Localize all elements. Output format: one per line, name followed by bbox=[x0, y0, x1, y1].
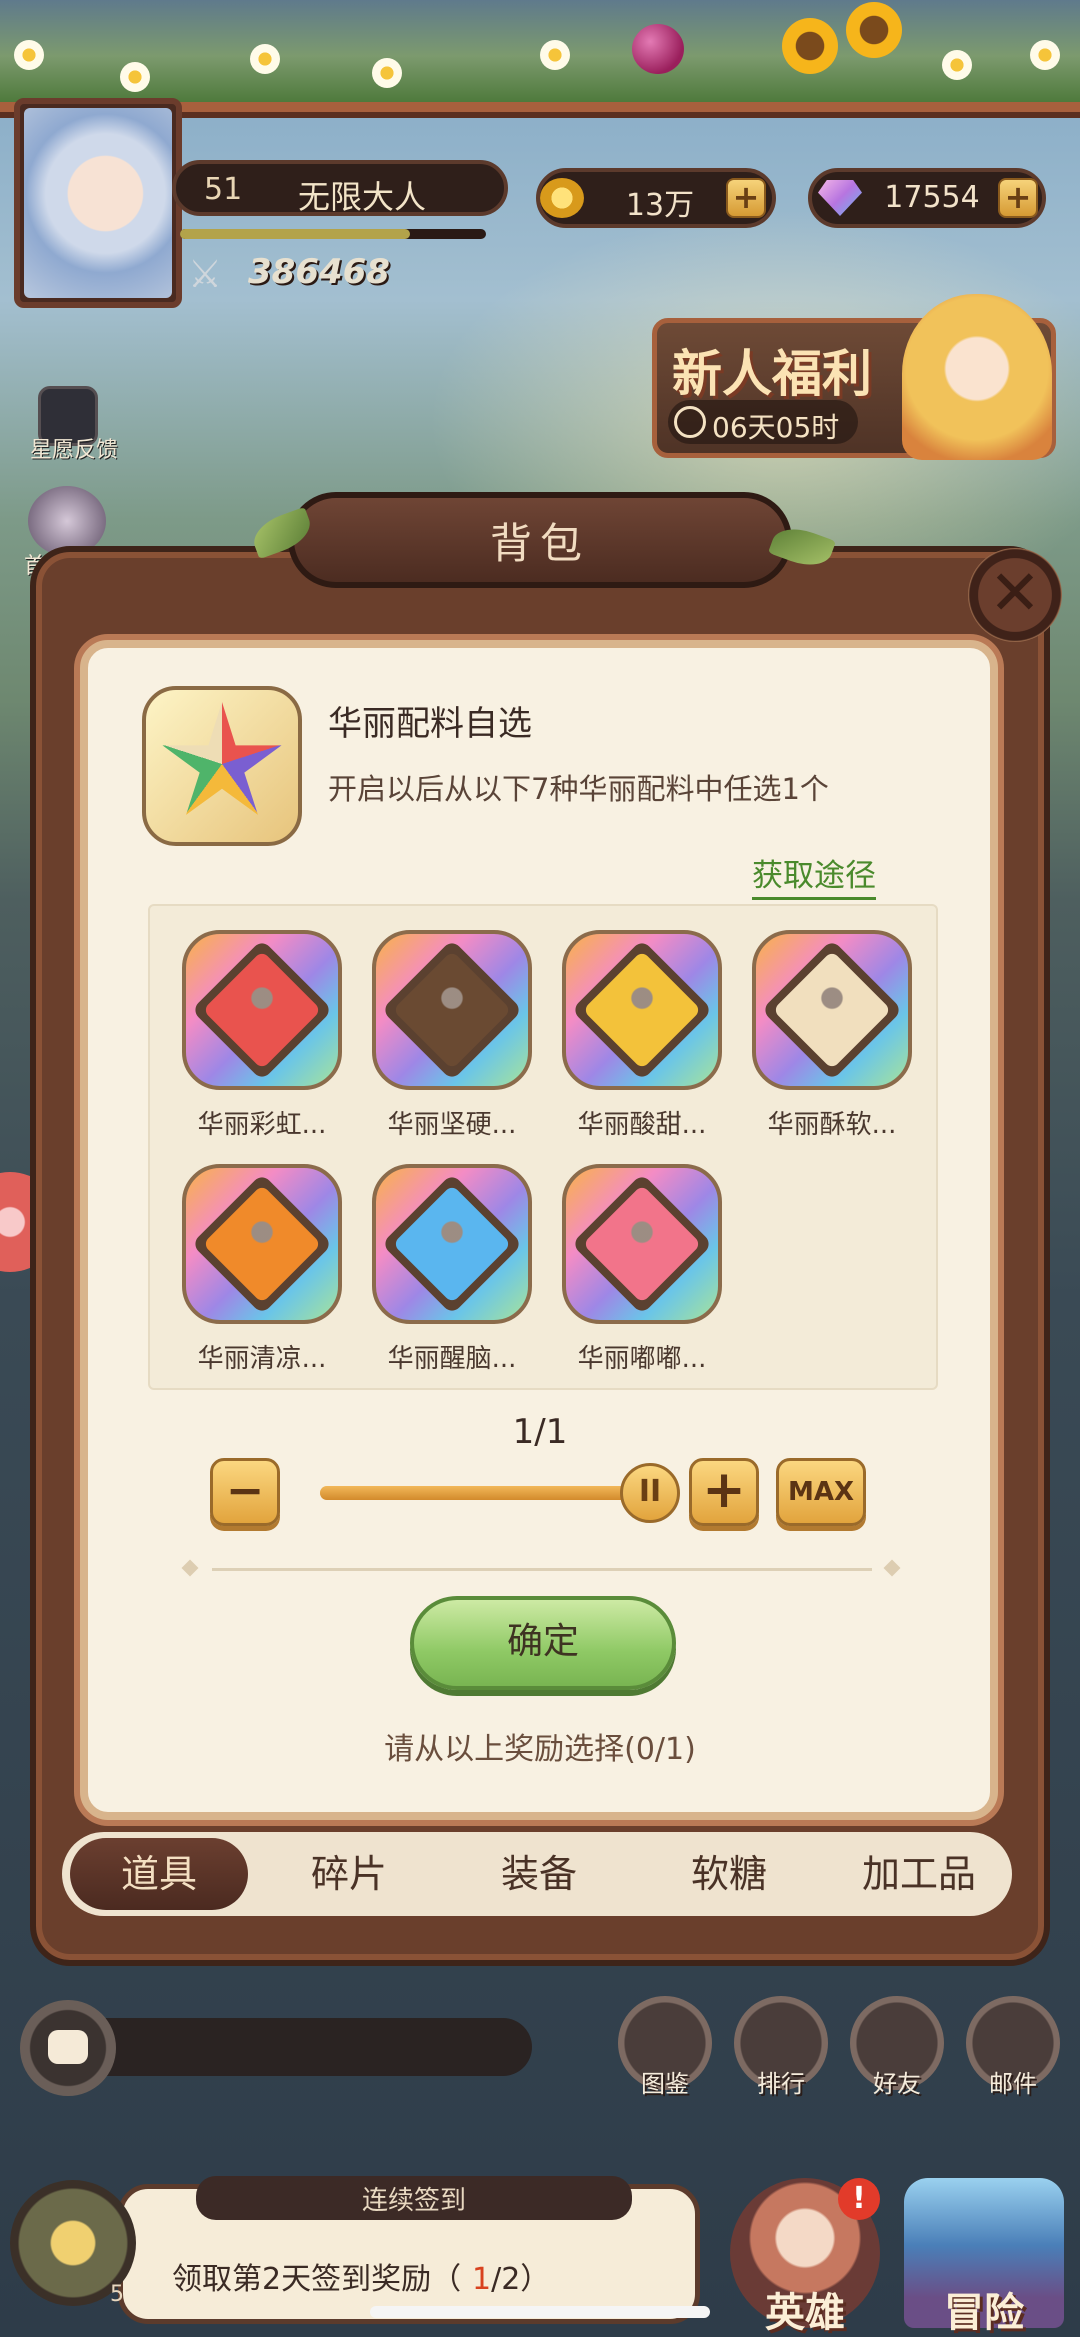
home-indicator bbox=[370, 2306, 710, 2318]
codex-label: 图鉴 bbox=[641, 2070, 689, 2098]
signin-title: 连续签到 bbox=[361, 2186, 466, 2216]
tab-items[interactable]: 道具 bbox=[70, 1838, 248, 1910]
clock-icon bbox=[674, 406, 706, 438]
combat-power: 386468 bbox=[248, 252, 390, 292]
add-gold-button[interactable]: + bbox=[726, 178, 766, 218]
crossed-swords-icon: ⚔ bbox=[188, 252, 223, 296]
newbie-timer: 06天05时 bbox=[712, 411, 840, 444]
quantity-label: 1/1 bbox=[512, 1412, 568, 1452]
reward-option-label: 华丽清凉... bbox=[197, 1344, 327, 1374]
selection-hint: 请从以上奖励选择(0/1) bbox=[384, 1732, 696, 1767]
tab-fragments[interactable]: 碎片 bbox=[260, 1838, 438, 1910]
close-button[interactable]: ✕ bbox=[968, 548, 1062, 642]
reward-option-label: 华丽彩虹... bbox=[197, 1110, 327, 1140]
signin-text: 领取第2天签到奖励（ bbox=[172, 2262, 462, 2297]
quantity-slider-fill bbox=[320, 1486, 658, 1500]
tab-gummies[interactable]: 软糖 bbox=[640, 1838, 818, 1910]
tab-processed[interactable]: 加工品 bbox=[830, 1838, 1008, 1910]
max-button[interactable]: MAX bbox=[776, 1458, 866, 1526]
mail-label: 邮件 bbox=[989, 2070, 1037, 2098]
reward-option-label: 华丽坚硬... bbox=[387, 1110, 517, 1140]
chat-bubble-icon bbox=[48, 2030, 88, 2064]
feedback-label: 星愿反馈 bbox=[30, 438, 119, 463]
gold-value: 13万 bbox=[625, 188, 695, 223]
confirm-button[interactable]: 确定 bbox=[410, 1596, 676, 1690]
xp-bar-fill bbox=[180, 229, 410, 239]
reward-option-label: 华丽嘟嘟... bbox=[577, 1344, 707, 1374]
newbie-character-art bbox=[902, 294, 1052, 460]
quantity-slider-thumb[interactable]: II bbox=[620, 1463, 680, 1523]
modal-title: 背包 bbox=[489, 519, 590, 568]
top-decoration-frieze bbox=[0, 0, 1080, 112]
signin-progress-current: 1 bbox=[472, 2262, 492, 2297]
hero-label: 英雄 bbox=[765, 2290, 845, 2336]
avatar[interactable] bbox=[24, 108, 172, 298]
signin-progress-total: /2） bbox=[491, 2262, 551, 2297]
ranking-label: 排行 bbox=[757, 2070, 805, 2098]
increase-button[interactable]: + bbox=[689, 1458, 759, 1526]
obtain-source-link[interactable]: 获取途径 bbox=[752, 850, 876, 900]
signin-progress: 1/2） bbox=[472, 2254, 550, 2298]
notification-badge: ! bbox=[838, 2178, 880, 2220]
item-name: 华丽配料自选 bbox=[328, 704, 532, 744]
item-description: 开启以后从以下7种华丽配料中任选1个 bbox=[328, 772, 829, 806]
tab-equipment[interactable]: 装备 bbox=[450, 1838, 628, 1910]
player-level: 51 bbox=[204, 172, 243, 207]
gold-coin-icon bbox=[540, 178, 584, 218]
divider bbox=[212, 1568, 872, 1571]
reward-option-label: 华丽醒脑... bbox=[387, 1344, 517, 1374]
player-name: 无限大人 bbox=[298, 178, 427, 216]
reward-option-label: 华丽酸甜... bbox=[577, 1110, 707, 1140]
signin-reward-count: 5 bbox=[110, 2282, 124, 2307]
adventure-label: 冒险 bbox=[944, 2290, 1024, 2336]
gem-value: 17554 bbox=[884, 180, 980, 215]
newbie-welfare-title: 新人福利 bbox=[672, 345, 872, 403]
add-gems-button[interactable]: + bbox=[998, 178, 1038, 218]
decrease-button[interactable]: − bbox=[210, 1458, 280, 1526]
reward-option-label: 华丽酥软... bbox=[767, 1110, 897, 1140]
friends-label: 好友 bbox=[873, 2070, 921, 2098]
